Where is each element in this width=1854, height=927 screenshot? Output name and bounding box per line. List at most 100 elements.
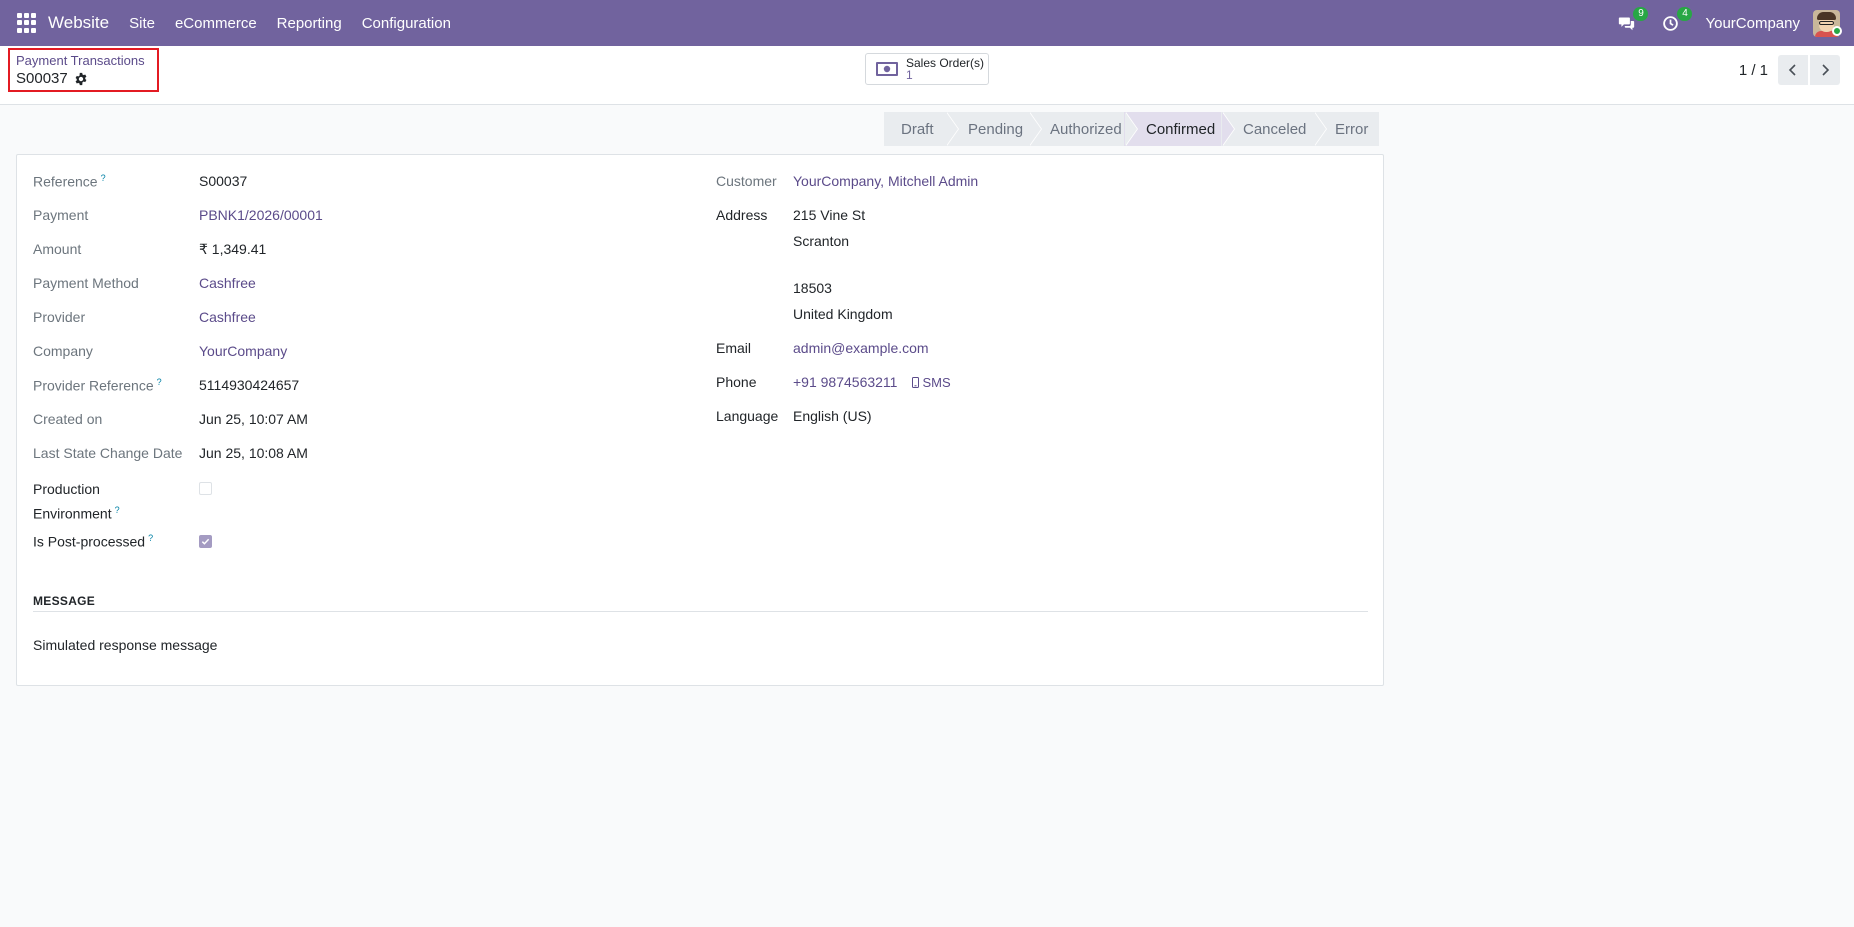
field-production-environment: Production Environment? [33, 479, 212, 525]
checkmark-icon [201, 538, 210, 545]
address-street: 215 Vine St [793, 207, 866, 223]
last-state-change-label: Last State Change Date [33, 445, 183, 461]
field-created-on: Created on Jun 25, 10:07 AM [33, 411, 308, 427]
pager-value[interactable]: 1 / 1 [1739, 62, 1768, 79]
provider-link[interactable]: Cashfree [199, 309, 256, 325]
amount-label: Amount [33, 241, 82, 257]
stage-confirmed[interactable]: Confirmed [1124, 112, 1235, 146]
smart-button-label: Sales Order(s) [906, 56, 985, 70]
menu-configuration[interactable]: Configuration [362, 15, 451, 32]
field-post-processed: Is Post-processed? [33, 533, 212, 550]
stage-authorized[interactable]: Authorized [1028, 112, 1138, 146]
record-name: S00037 [16, 70, 68, 87]
record-title: S00037 [16, 70, 157, 87]
payment-label: Payment [33, 207, 89, 223]
help-tooltip-icon[interactable]: ? [101, 173, 106, 183]
menu-site[interactable]: Site [129, 15, 155, 32]
field-customer: Customer YourCompany, Mitchell Admin [716, 173, 978, 189]
reference-label: Reference? [33, 173, 106, 190]
field-payment: Payment PBNK1/2026/00001 [33, 207, 323, 223]
customer-label: Customer [716, 173, 777, 189]
menu-reporting[interactable]: Reporting [277, 15, 342, 32]
reference-value: S00037 [199, 173, 248, 189]
chat-bubbles-icon [1618, 17, 1635, 30]
message-text: Simulated response message [33, 637, 217, 653]
amount-value: ₹ 1,349.41 [199, 241, 267, 257]
phone-label: Phone [716, 374, 757, 390]
control-panel: Payment Transactions S00037 Sales Order(… [0, 46, 1854, 105]
pager-previous-button[interactable] [1778, 55, 1808, 85]
field-language: Language English (US) [716, 408, 872, 424]
pager-next-button[interactable] [1810, 55, 1840, 85]
money-bill-icon [876, 62, 898, 76]
gear-icon[interactable] [74, 72, 88, 86]
app-brand[interactable]: Website [48, 13, 109, 33]
address-country: United Kingdom [793, 306, 893, 322]
email-label: Email [716, 340, 752, 356]
top-navbar: Website Site eCommerce Reporting Configu… [0, 0, 1854, 46]
stage-draft[interactable]: Draft [884, 112, 959, 146]
created-on-value: Jun 25, 10:07 AM [199, 411, 308, 427]
sms-button[interactable]: SMS [912, 374, 951, 390]
menu-ecommerce[interactable]: eCommerce [175, 15, 257, 32]
field-reference: Reference? S00037 [33, 173, 247, 190]
email-link[interactable]: admin@example.com [793, 340, 929, 356]
language-value: English (US) [793, 408, 872, 424]
help-tooltip-icon[interactable]: ? [157, 377, 162, 387]
provider-reference-value: 5114930424657 [199, 377, 300, 393]
messages-badge: 9 [1633, 7, 1649, 21]
production-environment-checkbox[interactable] [199, 482, 212, 495]
provider-label: Provider [33, 309, 86, 325]
breadcrumb: Payment Transactions S00037 [8, 48, 159, 92]
field-provider: Provider Cashfree [33, 309, 256, 325]
help-tooltip-icon[interactable]: ? [148, 533, 153, 543]
field-email: Email admin@example.com [716, 340, 929, 356]
last-state-change-value: Jun 25, 10:08 AM [199, 445, 308, 461]
activities-badge: 4 [1677, 7, 1693, 21]
field-address: Address 215 Vine St Scranton 18503 Unite… [716, 207, 893, 327]
customer-link[interactable]: YourCompany, Mitchell Admin [793, 173, 978, 189]
smart-button-text: Sales Order(s) 1 [906, 57, 984, 81]
company-switcher[interactable]: YourCompany [1705, 15, 1800, 32]
mobile-phone-icon [912, 376, 920, 388]
message-value: Simulated response message [33, 637, 218, 653]
post-processed-checkbox[interactable] [199, 535, 212, 548]
apps-menu-icon[interactable] [17, 13, 37, 33]
clock-icon [1663, 15, 1678, 31]
provider-reference-label: Provider Reference? [33, 377, 162, 394]
payment-link[interactable]: PBNK1/2026/00001 [199, 207, 323, 223]
payment-method-label: Payment Method [33, 275, 139, 291]
sales-orders-smart-button[interactable]: Sales Order(s) 1 [865, 53, 989, 85]
form-sheet: Reference? S00037 Payment PBNK1/2026/000… [16, 154, 1384, 686]
created-on-label: Created on [33, 411, 103, 427]
chevron-left-icon [1788, 64, 1796, 76]
pager: 1 / 1 [1739, 55, 1840, 85]
field-company: Company YourCompany [33, 343, 287, 359]
sms-label: SMS [922, 374, 951, 390]
smart-button-count: 1 [906, 68, 913, 82]
online-status-icon [1832, 26, 1842, 36]
help-tooltip-icon[interactable]: ? [115, 505, 120, 515]
chevron-right-icon [1822, 64, 1830, 76]
phone-link[interactable]: +91 9874563211 [793, 374, 897, 390]
field-last-state-change: Last State Change Date Jun 25, 10:08 AM [33, 445, 308, 461]
field-payment-method: Payment Method Cashfree [33, 275, 256, 291]
breadcrumb-payment-transactions[interactable]: Payment Transactions [16, 54, 157, 68]
address-zip: 18503 [793, 280, 832, 296]
post-processed-label: Is Post-processed? [33, 533, 154, 550]
field-amount: Amount ₹ 1,349.41 [33, 241, 266, 258]
language-label: Language [716, 408, 779, 424]
payment-method-link[interactable]: Cashfree [199, 275, 256, 291]
status-bar: Draft Pending Authorized Confirmed Cance… [884, 112, 1379, 146]
company-link[interactable]: YourCompany [199, 343, 287, 359]
messages-button[interactable]: 9 [1615, 7, 1649, 34]
company-label: Company [33, 343, 93, 359]
systray: 9 4 YourCompany [1615, 0, 1854, 46]
field-provider-reference: Provider Reference? 5114930424657 [33, 377, 299, 394]
field-phone: Phone +91 9874563211 SMS [716, 374, 951, 390]
activities-button[interactable]: 4 [1659, 7, 1693, 34]
address-label: Address [716, 207, 768, 223]
address-city: Scranton [793, 233, 850, 249]
message-section-title: MESSAGE [33, 594, 1368, 612]
address-block: 215 Vine St Scranton 18503 United Kingdo… [793, 202, 893, 327]
